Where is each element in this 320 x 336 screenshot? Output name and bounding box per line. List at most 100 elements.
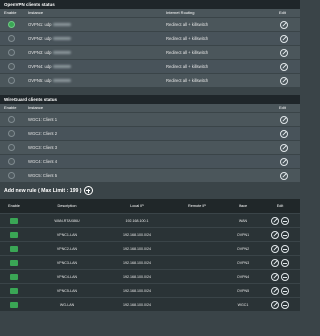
header-internet-routing: Internet Routing <box>166 10 195 15</box>
rule-local-ip: 192.168.100.0/24 <box>123 288 151 293</box>
instance-label: OVPN1: udp <box>28 22 52 27</box>
rules-header-description: Description <box>57 204 77 208</box>
edit-button[interactable] <box>280 155 288 168</box>
instance-label: OVPN4: udp <box>28 64 52 69</box>
enable-toggle[interactable] <box>8 127 15 140</box>
status-dot-icon <box>8 172 15 179</box>
edit-rule-pencil-icon[interactable] <box>271 216 280 225</box>
edit-button[interactable] <box>280 60 288 73</box>
edit-button[interactable] <box>280 141 288 154</box>
edit-button[interactable] <box>280 46 288 59</box>
status-indicator-icon <box>10 301 18 308</box>
instance-cell: OVPN4: udp <box>28 60 71 73</box>
rule-description: VPNC5-LAN <box>56 288 78 293</box>
enable-toggle[interactable] <box>8 18 15 31</box>
add-rule-plus-icon[interactable] <box>83 186 93 195</box>
enable-toggle[interactable] <box>8 46 15 59</box>
rule-iface: OVPN4 <box>236 274 250 279</box>
status-dot-icon <box>8 144 15 151</box>
redacted-address <box>52 36 71 41</box>
enable-toggle[interactable] <box>8 74 15 87</box>
delete-rule-minus-icon[interactable] <box>280 258 289 267</box>
internet-routing-cell: Redirect all + killswitch <box>166 64 209 69</box>
edit-rule-pencil-icon[interactable] <box>271 244 280 253</box>
rule-enable-toggle[interactable] <box>0 284 28 297</box>
wireguard-client-row: WGC2: Client 2 <box>0 126 300 140</box>
edit-button[interactable] <box>280 127 288 140</box>
pencil-icon <box>280 171 288 180</box>
internet-routing-cell: Redirect all + killswitch <box>166 78 209 83</box>
status-dot-icon <box>8 63 15 70</box>
status-dot-icon <box>8 116 15 123</box>
enable-toggle[interactable] <box>8 113 15 126</box>
rule-local-ip: 192.168.100.0/24 <box>123 274 151 279</box>
rules-header-iface: Iface <box>238 204 248 208</box>
rule-remote-ip <box>168 284 226 297</box>
rule-enable-toggle[interactable] <box>0 228 28 241</box>
internet-routing-cell: Redirect all + killswitch <box>166 22 209 27</box>
delete-rule-minus-icon[interactable] <box>280 286 289 295</box>
wireguard-client-row: WGC5: Client 5 <box>0 168 300 182</box>
pencil-icon <box>280 76 288 85</box>
instance-cell: OVPN2: udp <box>28 32 71 45</box>
edit-rule-pencil-icon[interactable] <box>271 286 280 295</box>
wireguard-section: WireGuard clients status Enable Instance… <box>0 95 300 182</box>
edit-button[interactable] <box>280 32 288 45</box>
edit-button[interactable] <box>280 74 288 87</box>
rule-iface: OVPN3 <box>236 260 250 265</box>
pencil-icon <box>280 115 288 124</box>
rules-header-local-ip: Local IP <box>130 204 144 208</box>
rules-header-edit: Edit <box>276 204 284 208</box>
enable-toggle[interactable] <box>8 32 15 45</box>
edit-rule-pencil-icon[interactable] <box>271 258 280 267</box>
delete-rule-minus-icon[interactable] <box>280 272 289 281</box>
enable-toggle[interactable] <box>8 60 15 73</box>
pencil-icon <box>280 48 288 57</box>
edit-rule-pencil-icon[interactable] <box>271 272 280 281</box>
instance-cell: OVPN3: udp <box>28 46 71 59</box>
rule-description: VPNC3-LAN <box>56 260 78 265</box>
rule-local-ip: 192.168.100.1 <box>125 218 149 223</box>
header-edit: Edit <box>279 10 286 15</box>
rule-row: VPNC1-LAN 192.168.100.0/24 OVPN1 <box>0 227 300 241</box>
instance-cell: OVPN1: udp <box>28 18 71 31</box>
redacted-address <box>52 22 71 27</box>
pencil-icon <box>280 34 288 43</box>
rule-enable-toggle[interactable] <box>0 242 28 255</box>
edit-button[interactable] <box>280 169 288 182</box>
edit-button[interactable] <box>280 113 288 126</box>
rule-row: VPNC4-LAN 192.168.100.0/24 OVPN4 <box>0 269 300 283</box>
rule-enable-toggle[interactable] <box>0 270 28 283</box>
rules-header-enable: Enable <box>8 204 20 208</box>
rule-enable-toggle[interactable] <box>0 256 28 269</box>
header-instance: Instance <box>28 105 44 110</box>
status-dot-icon <box>8 158 15 165</box>
delete-rule-minus-icon[interactable] <box>280 300 289 309</box>
enable-toggle[interactable] <box>8 169 15 182</box>
delete-rule-minus-icon[interactable] <box>280 244 289 253</box>
edit-button[interactable] <box>280 18 288 31</box>
delete-rule-minus-icon[interactable] <box>280 230 289 239</box>
openvpn-header-row: Enable Instance Internet Routing Edit <box>0 9 300 17</box>
redacted-address <box>52 64 71 69</box>
rule-description: VPNC4-LAN <box>56 274 78 279</box>
rule-enable-toggle[interactable] <box>0 298 28 311</box>
redacted-address <box>52 78 71 83</box>
enable-toggle[interactable] <box>8 141 15 154</box>
rule-enable-toggle[interactable] <box>0 214 28 227</box>
rule-actions <box>260 228 300 241</box>
rule-iface: WGC1 <box>237 302 249 307</box>
add-rule-row: Add new rule ( Max Limit : 199 ) <box>0 182 300 199</box>
delete-rule-minus-icon[interactable] <box>280 216 289 225</box>
instance-label: WGC1: Client 1 <box>28 117 58 122</box>
status-dot-icon <box>8 21 15 28</box>
rule-iface: WAN <box>238 218 248 223</box>
wireguard-client-row: WGC4: Client 4 <box>0 154 300 168</box>
rule-actions <box>260 284 300 297</box>
rule-actions <box>260 298 300 311</box>
edit-rule-pencil-icon[interactable] <box>271 230 280 239</box>
status-indicator-icon <box>10 245 18 252</box>
status-dot-icon <box>8 77 15 84</box>
edit-rule-pencil-icon[interactable] <box>271 300 280 309</box>
enable-toggle[interactable] <box>8 155 15 168</box>
